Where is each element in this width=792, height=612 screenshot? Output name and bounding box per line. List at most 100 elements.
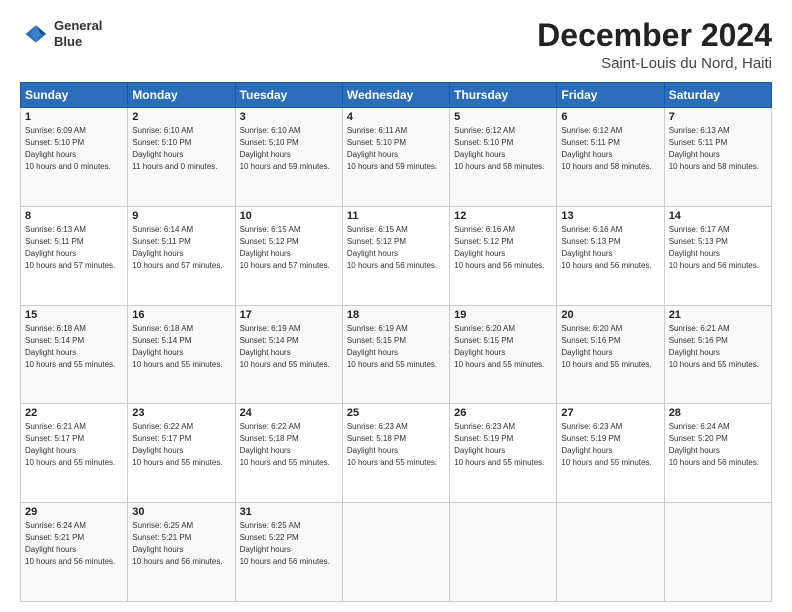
calendar-cell: 5 Sunrise: 6:12 AMSunset: 5:10 PMDayligh… [450, 108, 557, 207]
day-info: Sunrise: 6:17 AMSunset: 5:13 PMDaylight … [669, 225, 759, 270]
calendar-week-5: 29 Sunrise: 6:24 AMSunset: 5:21 PMDaylig… [21, 503, 772, 602]
day-number: 27 [561, 407, 659, 419]
calendar-cell: 15 Sunrise: 6:18 AMSunset: 5:14 PMDaylig… [21, 305, 128, 404]
day-number: 7 [669, 111, 767, 123]
calendar-week-4: 22 Sunrise: 6:21 AMSunset: 5:17 PMDaylig… [21, 404, 772, 503]
day-number: 26 [454, 407, 552, 419]
logo: General Blue [20, 18, 102, 49]
day-number: 24 [240, 407, 338, 419]
day-info: Sunrise: 6:12 AMSunset: 5:11 PMDaylight … [561, 126, 651, 171]
weekday-header-wednesday: Wednesday [342, 83, 449, 108]
day-info: Sunrise: 6:10 AMSunset: 5:10 PMDaylight … [132, 126, 217, 171]
calendar-cell: 23 Sunrise: 6:22 AMSunset: 5:17 PMDaylig… [128, 404, 235, 503]
page: General Blue December 2024 Saint-Louis d… [0, 0, 792, 612]
calendar-cell [342, 503, 449, 602]
day-number: 18 [347, 309, 445, 321]
day-number: 2 [132, 111, 230, 123]
day-info: Sunrise: 6:20 AMSunset: 5:15 PMDaylight … [454, 324, 544, 369]
day-info: Sunrise: 6:24 AMSunset: 5:21 PMDaylight … [25, 521, 115, 566]
calendar-cell: 25 Sunrise: 6:23 AMSunset: 5:18 PMDaylig… [342, 404, 449, 503]
calendar-cell: 3 Sunrise: 6:10 AMSunset: 5:10 PMDayligh… [235, 108, 342, 207]
calendar-cell: 30 Sunrise: 6:25 AMSunset: 5:21 PMDaylig… [128, 503, 235, 602]
calendar-cell: 11 Sunrise: 6:15 AMSunset: 5:12 PMDaylig… [342, 206, 449, 305]
day-number: 19 [454, 309, 552, 321]
calendar-week-2: 8 Sunrise: 6:13 AMSunset: 5:11 PMDayligh… [21, 206, 772, 305]
day-number: 16 [132, 309, 230, 321]
day-info: Sunrise: 6:12 AMSunset: 5:10 PMDaylight … [454, 126, 544, 171]
weekday-header-monday: Monday [128, 83, 235, 108]
day-number: 1 [25, 111, 123, 123]
day-number: 29 [25, 506, 123, 518]
day-number: 22 [25, 407, 123, 419]
title-block: December 2024 Saint-Louis du Nord, Haiti [537, 18, 772, 72]
day-number: 4 [347, 111, 445, 123]
calendar-cell [664, 503, 771, 602]
header: General Blue December 2024 Saint-Louis d… [20, 18, 772, 72]
day-number: 14 [669, 210, 767, 222]
calendar-cell: 8 Sunrise: 6:13 AMSunset: 5:11 PMDayligh… [21, 206, 128, 305]
day-info: Sunrise: 6:18 AMSunset: 5:14 PMDaylight … [132, 324, 222, 369]
day-number: 12 [454, 210, 552, 222]
day-number: 28 [669, 407, 767, 419]
day-info: Sunrise: 6:19 AMSunset: 5:15 PMDaylight … [347, 324, 437, 369]
calendar-cell: 1 Sunrise: 6:09 AMSunset: 5:10 PMDayligh… [21, 108, 128, 207]
day-info: Sunrise: 6:10 AMSunset: 5:10 PMDaylight … [240, 126, 330, 171]
calendar-cell: 9 Sunrise: 6:14 AMSunset: 5:11 PMDayligh… [128, 206, 235, 305]
calendar-cell: 20 Sunrise: 6:20 AMSunset: 5:16 PMDaylig… [557, 305, 664, 404]
day-info: Sunrise: 6:20 AMSunset: 5:16 PMDaylight … [561, 324, 651, 369]
weekday-header-saturday: Saturday [664, 83, 771, 108]
day-info: Sunrise: 6:15 AMSunset: 5:12 PMDaylight … [240, 225, 330, 270]
day-info: Sunrise: 6:21 AMSunset: 5:16 PMDaylight … [669, 324, 759, 369]
day-info: Sunrise: 6:25 AMSunset: 5:22 PMDaylight … [240, 521, 330, 566]
day-number: 20 [561, 309, 659, 321]
calendar-cell: 10 Sunrise: 6:15 AMSunset: 5:12 PMDaylig… [235, 206, 342, 305]
weekday-header-thursday: Thursday [450, 83, 557, 108]
calendar-cell: 17 Sunrise: 6:19 AMSunset: 5:14 PMDaylig… [235, 305, 342, 404]
day-number: 31 [240, 506, 338, 518]
calendar-cell: 28 Sunrise: 6:24 AMSunset: 5:20 PMDaylig… [664, 404, 771, 503]
calendar-week-3: 15 Sunrise: 6:18 AMSunset: 5:14 PMDaylig… [21, 305, 772, 404]
calendar-cell: 31 Sunrise: 6:25 AMSunset: 5:22 PMDaylig… [235, 503, 342, 602]
day-info: Sunrise: 6:15 AMSunset: 5:12 PMDaylight … [347, 225, 437, 270]
day-info: Sunrise: 6:23 AMSunset: 5:18 PMDaylight … [347, 422, 437, 467]
day-number: 21 [669, 309, 767, 321]
day-number: 23 [132, 407, 230, 419]
calendar-cell: 22 Sunrise: 6:21 AMSunset: 5:17 PMDaylig… [21, 404, 128, 503]
day-info: Sunrise: 6:13 AMSunset: 5:11 PMDaylight … [669, 126, 759, 171]
day-info: Sunrise: 6:24 AMSunset: 5:20 PMDaylight … [669, 422, 759, 467]
day-number: 3 [240, 111, 338, 123]
day-number: 25 [347, 407, 445, 419]
calendar-cell: 26 Sunrise: 6:23 AMSunset: 5:19 PMDaylig… [450, 404, 557, 503]
day-number: 11 [347, 210, 445, 222]
day-number: 5 [454, 111, 552, 123]
calendar-cell: 24 Sunrise: 6:22 AMSunset: 5:18 PMDaylig… [235, 404, 342, 503]
calendar-cell: 12 Sunrise: 6:16 AMSunset: 5:12 PMDaylig… [450, 206, 557, 305]
day-info: Sunrise: 6:09 AMSunset: 5:10 PMDaylight … [25, 126, 111, 171]
day-info: Sunrise: 6:18 AMSunset: 5:14 PMDaylight … [25, 324, 115, 369]
calendar-cell: 6 Sunrise: 6:12 AMSunset: 5:11 PMDayligh… [557, 108, 664, 207]
calendar-body: 1 Sunrise: 6:09 AMSunset: 5:10 PMDayligh… [21, 108, 772, 602]
calendar-week-1: 1 Sunrise: 6:09 AMSunset: 5:10 PMDayligh… [21, 108, 772, 207]
calendar-cell: 27 Sunrise: 6:23 AMSunset: 5:19 PMDaylig… [557, 404, 664, 503]
day-info: Sunrise: 6:22 AMSunset: 5:18 PMDaylight … [240, 422, 330, 467]
day-number: 9 [132, 210, 230, 222]
calendar-cell [450, 503, 557, 602]
calendar-cell: 13 Sunrise: 6:16 AMSunset: 5:13 PMDaylig… [557, 206, 664, 305]
day-number: 10 [240, 210, 338, 222]
calendar-header: SundayMondayTuesdayWednesdayThursdayFrid… [21, 83, 772, 108]
day-info: Sunrise: 6:23 AMSunset: 5:19 PMDaylight … [454, 422, 544, 467]
weekday-header-sunday: Sunday [21, 83, 128, 108]
calendar-cell: 16 Sunrise: 6:18 AMSunset: 5:14 PMDaylig… [128, 305, 235, 404]
calendar-cell: 19 Sunrise: 6:20 AMSunset: 5:15 PMDaylig… [450, 305, 557, 404]
calendar-cell: 2 Sunrise: 6:10 AMSunset: 5:10 PMDayligh… [128, 108, 235, 207]
calendar-cell [557, 503, 664, 602]
day-number: 6 [561, 111, 659, 123]
logo-icon [20, 22, 50, 46]
day-info: Sunrise: 6:11 AMSunset: 5:10 PMDaylight … [347, 126, 437, 171]
weekday-header-friday: Friday [557, 83, 664, 108]
day-number: 13 [561, 210, 659, 222]
month-title: December 2024 [537, 18, 772, 53]
logo-text: General Blue [54, 18, 102, 49]
day-number: 8 [25, 210, 123, 222]
day-info: Sunrise: 6:16 AMSunset: 5:12 PMDaylight … [454, 225, 544, 270]
